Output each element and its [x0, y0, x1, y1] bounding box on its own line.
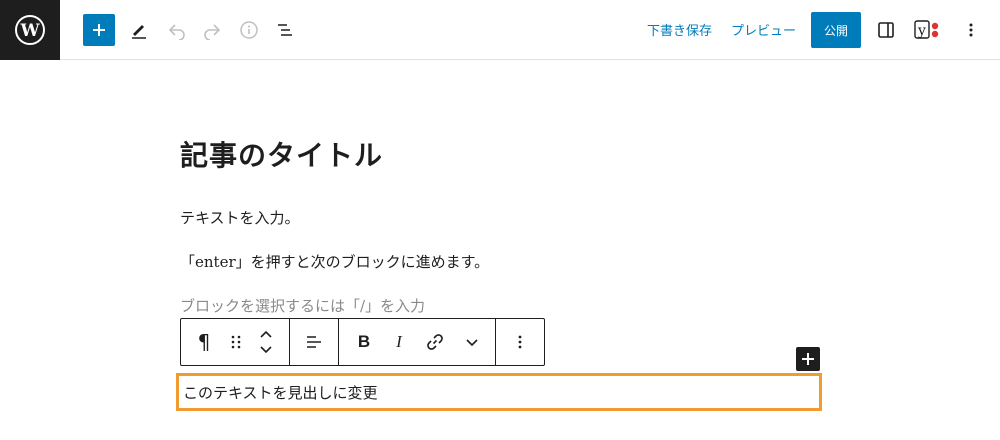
block-options-button[interactable]	[507, 319, 533, 365]
selected-block-text: このテキストを見出しに変更	[183, 384, 378, 402]
chevron-down-icon	[466, 339, 478, 347]
list-view-button[interactable]	[269, 14, 301, 46]
plus-icon	[802, 353, 814, 365]
block-toolbar: ¶ B I	[180, 318, 545, 366]
toolbar-divider	[338, 319, 339, 365]
align-left-icon	[307, 336, 321, 348]
options-button[interactable]	[955, 14, 987, 46]
details-button[interactable]	[233, 14, 265, 46]
svg-text:W: W	[19, 21, 40, 41]
preview-button[interactable]: プレビュー	[731, 20, 796, 39]
tools-button[interactable]	[123, 14, 155, 46]
drag-handle-icon	[231, 335, 241, 349]
block-inserter-button[interactable]	[83, 14, 115, 46]
pencil-icon	[132, 25, 146, 39]
yoast-icon: y	[914, 20, 939, 39]
italic-button[interactable]: I	[387, 319, 411, 365]
toolbar-divider	[495, 319, 496, 365]
chevron-up-icon[interactable]	[258, 328, 274, 340]
paragraph-icon: ¶	[197, 330, 211, 354]
redo-icon	[204, 24, 221, 40]
drag-handle[interactable]	[225, 319, 247, 365]
bold-icon: B	[357, 332, 371, 351]
save-draft-button[interactable]: 下書き保存	[647, 20, 712, 39]
link-button[interactable]	[421, 319, 449, 365]
plus-icon	[93, 24, 105, 36]
list-view-icon	[278, 24, 292, 36]
post-title[interactable]: 記事のタイトル	[180, 134, 383, 174]
info-icon	[240, 21, 258, 39]
more-vertical-icon	[969, 23, 973, 37]
move-block-buttons	[253, 319, 279, 365]
toolbar-divider	[289, 319, 290, 365]
svg-text:y: y	[917, 23, 926, 39]
selected-paragraph-block[interactable]: このテキストを見出しに変更	[176, 373, 822, 411]
transform-block-button[interactable]: ¶	[191, 319, 217, 365]
undo-button[interactable]	[161, 14, 193, 46]
yoast-seo-button[interactable]: y	[910, 14, 942, 46]
settings-button[interactable]	[870, 14, 902, 46]
link-icon	[427, 334, 443, 350]
sidebar-icon	[878, 22, 894, 38]
publish-button[interactable]: 公開	[811, 12, 861, 48]
italic-icon: I	[396, 332, 402, 351]
block-appender-placeholder[interactable]: ブロックを選択するには「/」を入力	[180, 295, 425, 316]
undo-icon	[168, 24, 185, 40]
chevron-down-icon[interactable]	[258, 344, 274, 356]
more-formatting-button[interactable]	[459, 319, 485, 365]
paragraph-block-2[interactable]: 「enter」を押すと次のブロックに進めます。	[180, 251, 489, 272]
bold-button[interactable]: B	[351, 319, 377, 365]
align-button[interactable]	[299, 319, 329, 365]
redo-button[interactable]	[196, 14, 228, 46]
block-inserter-small-button[interactable]	[796, 347, 820, 371]
editor-top-bar: W 下書き保存 プレビュー 公開 y	[0, 0, 1000, 60]
wordpress-icon: W	[15, 15, 45, 45]
wordpress-logo[interactable]: W	[0, 0, 60, 60]
more-vertical-icon	[518, 335, 522, 349]
paragraph-block-1[interactable]: テキストを入力。	[180, 207, 300, 228]
